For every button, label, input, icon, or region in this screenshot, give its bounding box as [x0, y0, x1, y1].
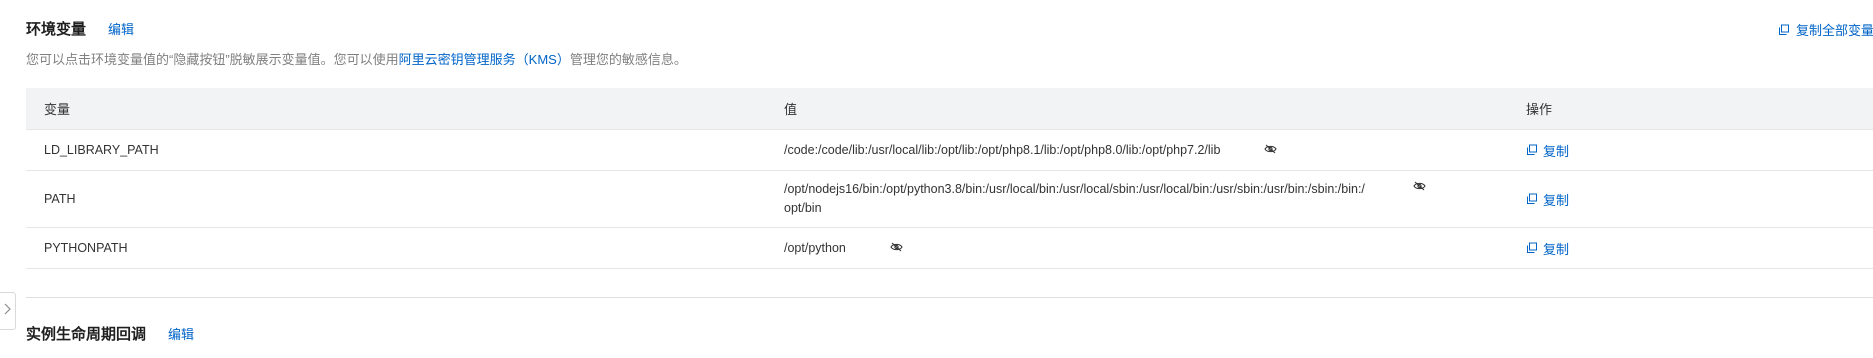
column-header-action: 操作: [1526, 102, 1553, 117]
value-line: /opt/nodejs16/bin:/opt/python3.8/bin:/us…: [784, 182, 1365, 196]
env-section-title: 环境变量: [26, 21, 87, 38]
lifecycle-section-title: 实例生命周期回调: [26, 326, 147, 343]
variable-value-cell: /opt/python: [784, 239, 1526, 258]
env-description-tail: 管理您的敏感信息。: [569, 52, 687, 67]
table-header: 变量 值 操作: [26, 88, 1873, 130]
chevron-right-icon: [4, 302, 11, 320]
env-description: 您可以点击环境变量值的“隐藏按钮”脱敏展示变量值。您可以使用阿里云密钥管理服务（…: [26, 49, 687, 68]
copy-icon: [1526, 144, 1538, 156]
lifecycle-section-header: 实例生命周期回调 编辑: [26, 323, 194, 344]
env-variables-table: 变量 值 操作 LD_LIBRARY_PATH /code:/code/lib:…: [26, 88, 1873, 269]
value-line: /code:/code/lib:/usr/local/lib:/opt/lib:…: [784, 142, 1221, 157]
variable-value: /opt/python: [784, 239, 846, 258]
variable-value-cell: /opt/nodejs16/bin:/opt/python3.8/bin:/us…: [784, 180, 1526, 218]
copy-all-variables-button[interactable]: 复制全部变量: [1778, 20, 1873, 39]
value-line: /opt/python: [784, 240, 846, 255]
action-cell: 复制: [1526, 141, 1569, 160]
eye-off-icon[interactable]: [1264, 144, 1278, 154]
copy-icon: [1778, 24, 1790, 36]
kms-link[interactable]: 阿里云密钥管理服务（KMS）: [399, 52, 570, 67]
lifecycle-edit-link[interactable]: 编辑: [168, 324, 194, 343]
eye-off-icon[interactable]: [1413, 181, 1426, 191]
copy-icon: [1526, 193, 1538, 205]
variable-value-cell: /code:/code/lib:/usr/local/lib:/opt/lib:…: [784, 141, 1526, 160]
action-cell: 复制: [1526, 190, 1569, 209]
variable-name: PYTHONPATH: [44, 241, 128, 255]
env-section-header: 环境变量 编辑: [26, 18, 134, 39]
copy-label: 复制: [1543, 143, 1570, 159]
variable-name: LD_LIBRARY_PATH: [44, 143, 159, 157]
table-row: PATH /opt/nodejs16/bin:/opt/python3.8/bi…: [26, 171, 1873, 228]
copy-all-label: 复制全部变量: [1796, 23, 1873, 38]
sidebar-collapse-toggle[interactable]: [0, 292, 16, 330]
section-divider: [26, 297, 1873, 298]
column-header-variable: 变量: [44, 102, 71, 117]
copy-button[interactable]: 复制: [1526, 190, 1569, 209]
env-edit-link[interactable]: 编辑: [108, 19, 134, 38]
value-line: opt/bin: [784, 201, 822, 215]
copy-button[interactable]: 复制: [1526, 239, 1569, 258]
variable-value: /code:/code/lib:/usr/local/lib:/opt/lib:…: [784, 141, 1220, 160]
eye-off-icon[interactable]: [890, 242, 903, 252]
table-row: PYTHONPATH /opt/python 复制: [26, 228, 1873, 269]
copy-label: 复制: [1543, 192, 1570, 208]
variable-value: /opt/nodejs16/bin:/opt/python3.8/bin:/us…: [784, 180, 1365, 218]
action-cell: 复制: [1526, 239, 1569, 258]
copy-button[interactable]: 复制: [1526, 141, 1569, 160]
column-header-value: 值: [784, 102, 798, 117]
env-description-text: 您可以点击环境变量值的“隐藏按钮”脱敏展示变量值。您可以使用: [26, 52, 399, 67]
table-row: LD_LIBRARY_PATH /code:/code/lib:/usr/loc…: [26, 130, 1873, 171]
copy-label: 复制: [1543, 241, 1570, 257]
copy-icon: [1526, 242, 1538, 254]
function-config-page: 环境变量 编辑 复制全部变量 您可以点击环境变量值的“隐藏按钮”脱敏展示变量值。…: [0, 0, 1873, 358]
variable-name: PATH: [44, 192, 76, 206]
